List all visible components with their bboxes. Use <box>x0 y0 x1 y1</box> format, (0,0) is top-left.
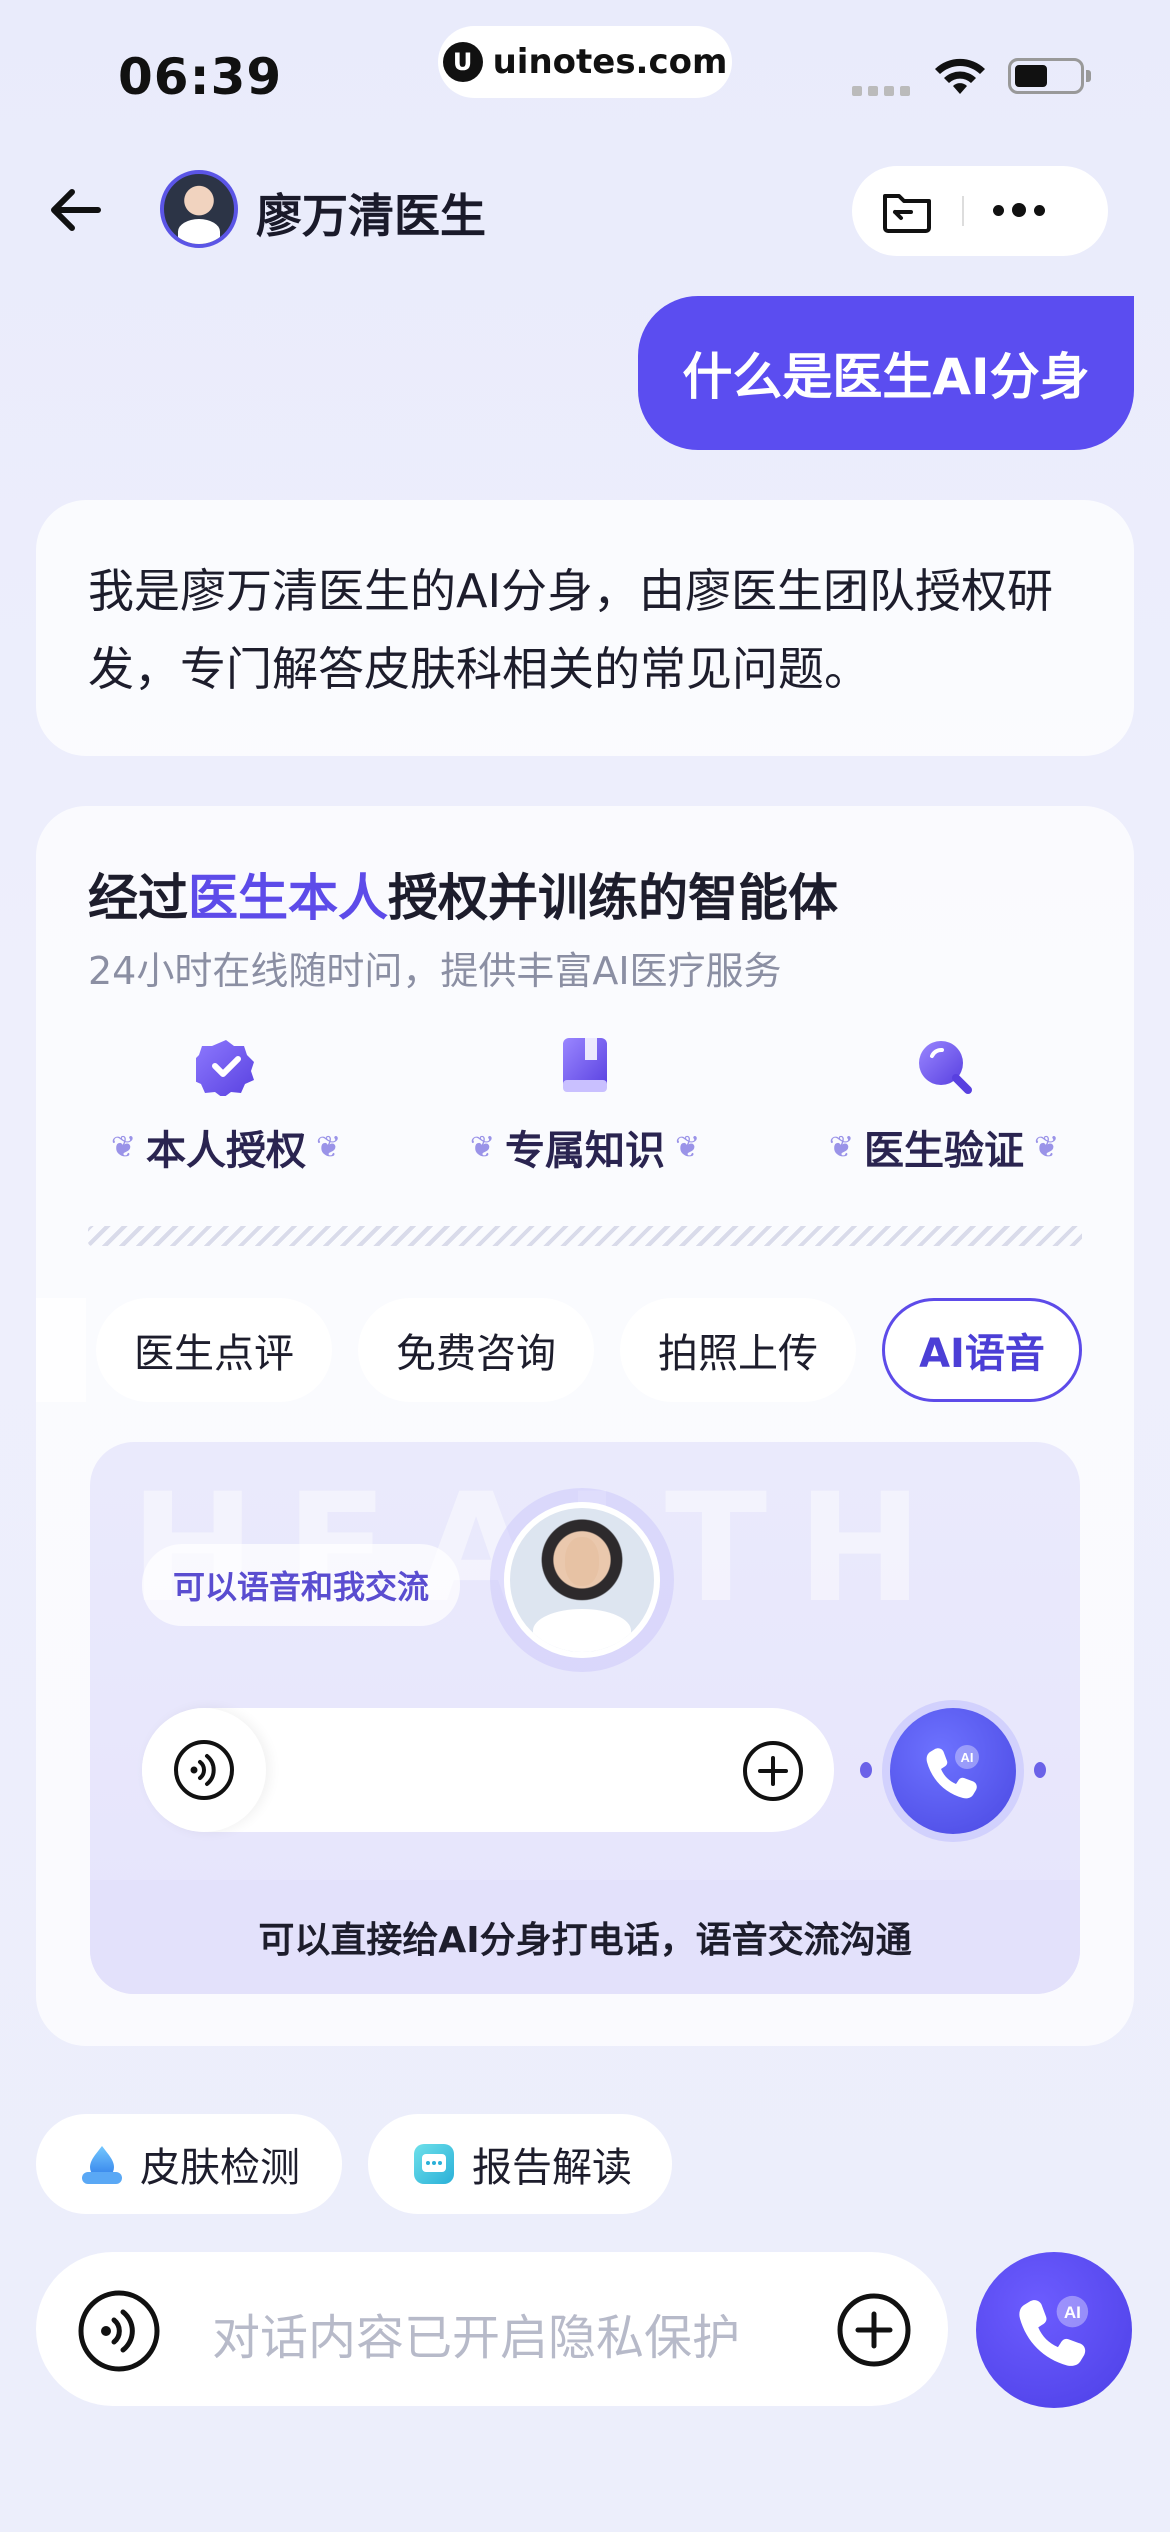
check-badge-icon <box>196 1040 254 1096</box>
laurel-left-icon: ❦ <box>828 1129 854 1165</box>
card-title: 经过医生本人授权并训练的智能体 <box>88 858 838 930</box>
battery-icon <box>1008 58 1084 94</box>
chat-input-placeholder[interactable]: 对话内容已开启隐私保护 <box>212 2298 740 2368</box>
chip-label: 报告解读 <box>472 2145 632 2191</box>
more-button[interactable] <box>964 166 1074 256</box>
feature-verified: ❦ 医生验证 ❦ <box>814 1036 1074 1176</box>
feature-label: 专属知识 <box>505 1128 665 1174</box>
tab-free-consult[interactable]: 免费咨询 <box>358 1298 594 1402</box>
url-pill: U uinotes.com <box>438 26 732 98</box>
doctor-name[interactable]: 廖万清医生 <box>256 180 486 246</box>
report-chat-icon <box>414 2144 454 2184</box>
feature-label: 医生验证 <box>864 1128 1024 1174</box>
laurel-right-icon: ❦ <box>316 1129 342 1165</box>
chip-label: 皮肤检测 <box>140 2145 300 2191</box>
decorative-stripe-divider <box>88 1226 1082 1246</box>
tab-photo-upload[interactable]: 拍照上传 <box>620 1298 856 1402</box>
demo-plus-icon <box>743 1741 803 1801</box>
skin-drop-icon <box>82 2146 122 2184</box>
doctor-avatar[interactable] <box>160 170 238 248</box>
tab-ai-voice[interactable]: AI语音 <box>882 1298 1082 1402</box>
svg-text:AI: AI <box>961 1750 974 1765</box>
wifi-icon <box>935 58 985 94</box>
ai-call-button[interactable]: AI <box>890 1708 1016 1834</box>
cellular-signal-icon <box>852 86 910 96</box>
card-title-prefix: 经过 <box>88 869 188 927</box>
voice-input-icon[interactable] <box>76 2288 162 2374</box>
add-attachment-icon[interactable] <box>836 2292 912 2368</box>
laurel-left-icon: ❦ <box>469 1129 495 1165</box>
uinotes-logo-icon: U <box>442 42 483 82</box>
feature-label: 本人授权 <box>146 1128 306 1174</box>
voice-wave-icon <box>174 1740 234 1800</box>
demo-voice-button <box>142 1708 266 1832</box>
feature-authorized: ❦ 本人授权 ❦ <box>96 1036 356 1176</box>
svg-text:AI: AI <box>1064 2303 1081 2322</box>
book-icon <box>563 1038 607 1092</box>
tab-doctor-review[interactable]: 医生点评 <box>96 1298 332 1402</box>
ai-call-fab[interactable]: AI <box>976 2252 1132 2408</box>
report-read-chip[interactable]: 报告解读 <box>368 2114 672 2214</box>
ai-phone-icon: AI <box>1019 2295 1089 2366</box>
mini-program-capsule <box>852 166 1108 256</box>
laurel-left-icon: ❦ <box>110 1129 136 1165</box>
voice-hint-bubble: 可以语音和我交流 <box>142 1544 460 1626</box>
more-dots-icon <box>993 203 1045 218</box>
laurel-right-icon: ❦ <box>675 1129 701 1165</box>
card-subtitle: 24小时在线随时问，提供丰富AI医疗服务 <box>88 949 782 993</box>
card-title-highlight: 医生本人 <box>188 869 388 927</box>
url-text: uinotes.com <box>492 42 728 82</box>
feature-knowledge: ❦ 专属知识 ❦ <box>455 1036 715 1176</box>
battery-tip <box>1086 70 1091 82</box>
ai-phone-icon: AI <box>926 1745 979 1799</box>
skin-detect-chip[interactable]: 皮肤检测 <box>36 2114 342 2214</box>
card-title-suffix: 授权并训练的智能体 <box>388 869 838 927</box>
collection-button[interactable] <box>852 166 962 256</box>
folder-icon <box>883 194 931 233</box>
ai-doctor-avatar <box>504 1502 660 1658</box>
magnifier-icon <box>919 1041 972 1094</box>
laurel-right-icon: ❦ <box>1034 1129 1060 1165</box>
tab-scroll-fade <box>36 1298 86 1402</box>
back-arrow-icon[interactable] <box>46 180 106 240</box>
bot-message-bubble: 我是廖万清医生的AI分身，由廖医生团队授权研发，专门解答皮肤科相关的常见问题。 <box>36 500 1134 756</box>
user-message-bubble: 什么是医生AI分身 <box>638 296 1134 450</box>
voice-panel-footer: 可以直接给AI分身打电话，语音交流沟通 <box>90 1880 1080 1994</box>
status-time: 06:39 <box>118 48 283 106</box>
decor-dot-right <box>1034 1762 1046 1778</box>
decor-dot-left <box>860 1762 872 1778</box>
